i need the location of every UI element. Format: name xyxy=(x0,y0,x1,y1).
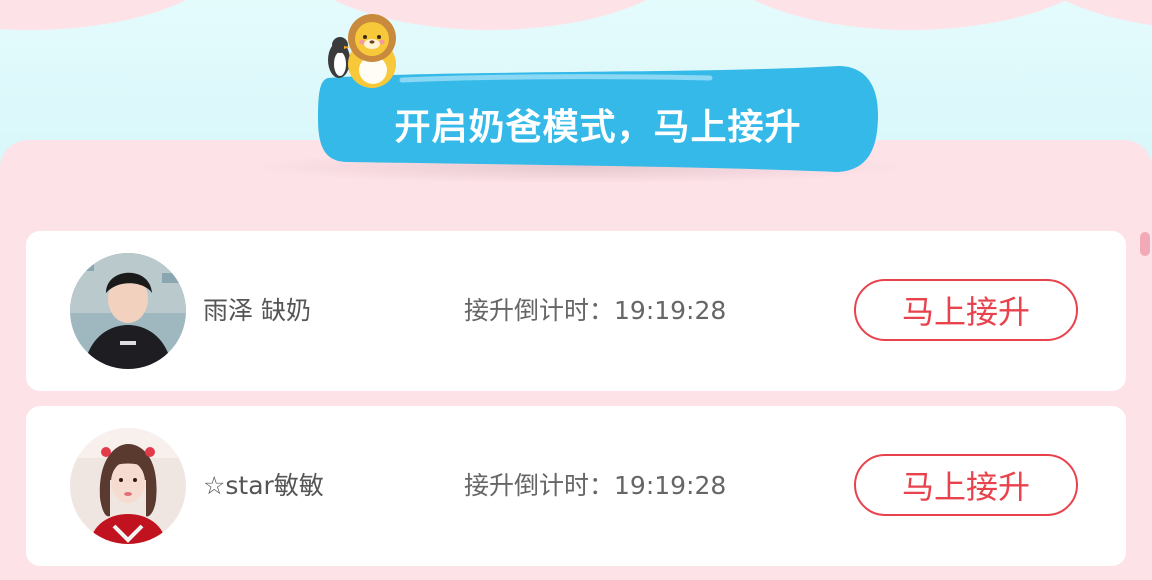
countdown-value: 19:19:28 xyxy=(614,471,727,500)
upgrade-now-button[interactable]: 马上接升 xyxy=(854,279,1078,341)
avatar[interactable] xyxy=(70,253,186,369)
scallop-decoration xyxy=(700,0,1120,30)
countdown: 接升倒计时：19:19:28 xyxy=(464,231,726,391)
user-name: 雨泽 缺奶 xyxy=(203,296,311,325)
scallop-decoration xyxy=(0,0,240,30)
list-item: 雨泽 缺奶 接升倒计时：19:19:28 马上接升 xyxy=(26,231,1126,391)
upgrade-now-button[interactable]: 马上接升 xyxy=(854,454,1078,516)
countdown: 接升倒计时：19:19:28 xyxy=(464,406,726,566)
scrollbar-thumb[interactable] xyxy=(1140,232,1150,256)
list-item: ☆star敏敏 接升倒计时：19:19:28 马上接升 xyxy=(26,406,1126,566)
girl-avatar-icon xyxy=(70,428,186,544)
countdown-label: 接升倒计时： xyxy=(464,296,615,325)
avatar[interactable] xyxy=(70,428,186,544)
countdown-value: 19:19:28 xyxy=(614,296,727,325)
lion-penguin-mascot-icon xyxy=(328,14,396,88)
boy-avatar-icon xyxy=(70,253,186,369)
countdown-label: 接升倒计时： xyxy=(464,471,615,500)
user-name: ☆star敏敏 xyxy=(203,471,324,500)
scrollbar[interactable] xyxy=(1138,228,1152,571)
